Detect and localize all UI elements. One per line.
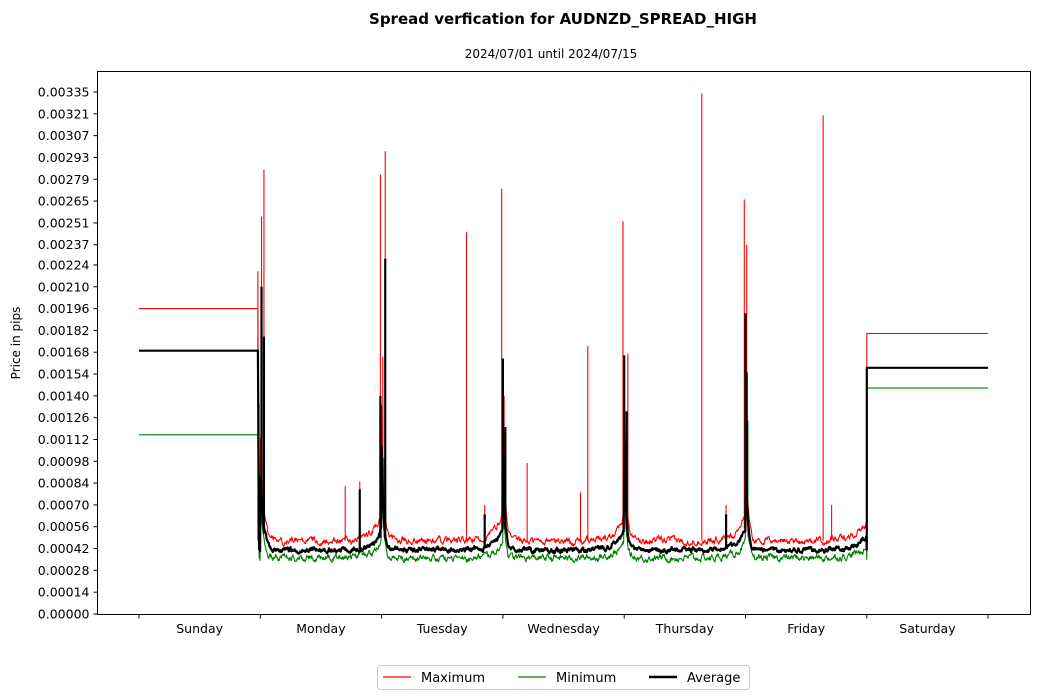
- x-tick-label-thursday: Thursday: [655, 621, 715, 636]
- y-tick-label: 0.00098: [38, 454, 90, 469]
- legend-label-average: Average: [687, 671, 740, 686]
- spread-chart: Spread verfication for AUDNZD_SPREAD_HIG…: [9, 10, 1031, 690]
- y-tick-label: 0.00140: [38, 388, 90, 403]
- y-axis: 0.00000 0.00014 0.00028 0.00042 0.00056 0.000…: [38, 85, 98, 622]
- x-axis: Sunday Monday Tuesday Wednesday Thursday Frid…: [138, 614, 989, 636]
- series-line-maximum: [139, 308, 989, 548]
- legend: Maximum Minimum Average: [377, 665, 750, 690]
- y-tick-label: 0.00056: [38, 519, 90, 534]
- y-tick-label: 0.00279: [38, 172, 90, 187]
- y-tick-label: 0.00210: [38, 279, 90, 294]
- y-axis-label: Price in pips: [9, 307, 23, 380]
- y-tick-label: 0.00265: [38, 194, 90, 209]
- y-tick-label: 0.00126: [38, 410, 90, 425]
- y-tick-label: 0.00321: [38, 106, 90, 121]
- y-tick-label: 0.00070: [38, 497, 90, 512]
- y-tick-label: 0.00000: [38, 607, 90, 622]
- x-tick-label-saturday: Saturday: [899, 621, 956, 636]
- y-tick-label: 0.00293: [38, 150, 90, 165]
- y-tick-label: 0.00335: [38, 85, 90, 100]
- legend-label-maximum: Maximum: [421, 671, 485, 686]
- y-tick-label: 0.00112: [38, 432, 90, 447]
- y-tick-label: 0.00168: [38, 345, 90, 360]
- x-tick-label-monday: Monday: [296, 621, 346, 636]
- x-tick-label-sunday: Sunday: [176, 621, 223, 636]
- y-tick-label: 0.00237: [38, 237, 90, 252]
- y-tick-label: 0.00307: [38, 128, 90, 143]
- x-tick-label-wednesday: Wednesday: [527, 621, 600, 636]
- series-layer: [139, 93, 989, 564]
- chart-subtitle: 2024/07/01 until 2024/07/15: [465, 47, 638, 61]
- y-tick-label: 0.00154: [38, 367, 90, 382]
- y-tick-label: 0.00251: [38, 215, 90, 230]
- x-tick-label-tuesday: Tuesday: [416, 621, 468, 636]
- y-tick-label: 0.00014: [38, 585, 90, 600]
- y-tick-label: 0.00042: [38, 541, 90, 556]
- y-tick-label: 0.00224: [38, 257, 90, 272]
- y-tick-label: 0.00196: [38, 301, 90, 316]
- chart-title: Spread verfication for AUDNZD_SPREAD_HIG…: [369, 10, 757, 28]
- plot-frame: [97, 71, 1031, 615]
- x-tick-label-friday: Friday: [787, 621, 825, 636]
- y-tick-label: 0.00028: [38, 563, 90, 578]
- y-tick-label: 0.00182: [38, 323, 90, 338]
- y-tick-label: 0.00084: [38, 476, 90, 491]
- legend-label-minimum: Minimum: [556, 671, 616, 686]
